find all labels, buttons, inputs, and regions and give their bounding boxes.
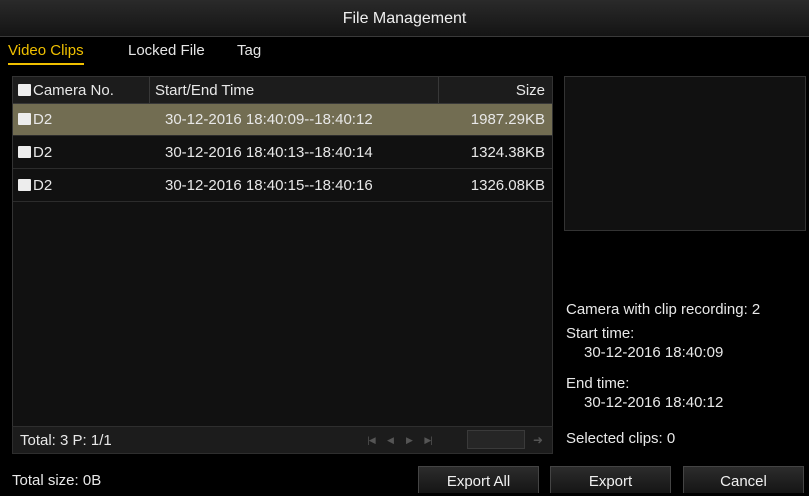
- select-all-checkbox[interactable]: [18, 84, 31, 96]
- export-all-button[interactable]: Export All: [418, 466, 539, 493]
- preview-window: [564, 76, 806, 231]
- page-number-input[interactable]: [467, 430, 525, 449]
- cancel-button[interactable]: Cancel: [683, 466, 804, 493]
- camera-no: D2: [33, 144, 53, 161]
- camera-no: D2: [33, 111, 53, 128]
- file-list: Camera No. Start/End Time Size D2 30-12-…: [12, 76, 553, 427]
- list-footer: Total: 3 P: 1/1 |◀ ◀ ▶ ▶| ➜: [12, 426, 553, 454]
- start-time-value: 30-12-2016 18:40:09: [584, 344, 724, 361]
- table-row[interactable]: D2 30-12-2016 18:40:13--18:40:14 1324.38…: [13, 137, 552, 169]
- camera-cell: D2: [13, 104, 147, 135]
- end-time-value: 30-12-2016 18:40:12: [584, 394, 724, 411]
- row-checkbox[interactable]: [18, 113, 31, 125]
- camera-column-header[interactable]: Camera No.: [13, 77, 147, 103]
- export-button[interactable]: Export: [550, 466, 671, 493]
- tab-locked-file[interactable]: Locked File: [128, 42, 205, 63]
- prev-page-icon[interactable]: ◀: [383, 434, 397, 446]
- total-size-label: Total size: 0B: [12, 472, 102, 489]
- camera-no: D2: [33, 177, 53, 194]
- table-row[interactable]: D2 30-12-2016 18:40:15--18:40:16 1326.08…: [13, 170, 552, 202]
- start-time-label: Start time:: [566, 325, 635, 342]
- selected-clips-label: Selected clips: 0: [566, 430, 676, 447]
- window-title: File Management: [0, 0, 809, 37]
- first-page-icon[interactable]: |◀: [364, 434, 378, 446]
- tab-tag[interactable]: Tag: [237, 42, 261, 63]
- end-time-label: End time:: [566, 375, 630, 392]
- tab-video-clips[interactable]: Video Clips: [8, 42, 84, 65]
- table-header: Camera No. Start/End Time Size: [13, 77, 552, 104]
- total-pages-label: Total: 3 P: 1/1: [20, 432, 112, 449]
- row-checkbox[interactable]: [18, 179, 31, 191]
- table-row[interactable]: D2 30-12-2016 18:40:09--18:40:12 1987.29…: [13, 104, 552, 136]
- last-page-icon[interactable]: ▶|: [421, 434, 435, 446]
- camera-column-label: Camera No.: [33, 82, 114, 99]
- next-page-icon[interactable]: ▶: [402, 434, 416, 446]
- tab-bar: Video Clips Locked File Tag: [0, 36, 809, 66]
- size-column-header[interactable]: Size: [438, 77, 552, 103]
- size-cell: 1987.29KB: [470, 111, 545, 128]
- camera-cell: D2: [13, 170, 147, 201]
- go-icon[interactable]: ➜: [533, 433, 543, 447]
- camera-with-clip-label: Camera with clip recording: 2: [566, 301, 761, 318]
- camera-cell: D2: [13, 137, 147, 168]
- time-column-header[interactable]: Start/End Time: [149, 77, 437, 103]
- row-checkbox[interactable]: [18, 146, 31, 158]
- size-cell: 1326.08KB: [470, 177, 545, 194]
- time-cell: 30-12-2016 18:40:15--18:40:16: [165, 177, 373, 194]
- size-cell: 1324.38KB: [470, 144, 545, 161]
- time-cell: 30-12-2016 18:40:13--18:40:14: [165, 144, 373, 161]
- time-cell: 30-12-2016 18:40:09--18:40:12: [165, 111, 373, 128]
